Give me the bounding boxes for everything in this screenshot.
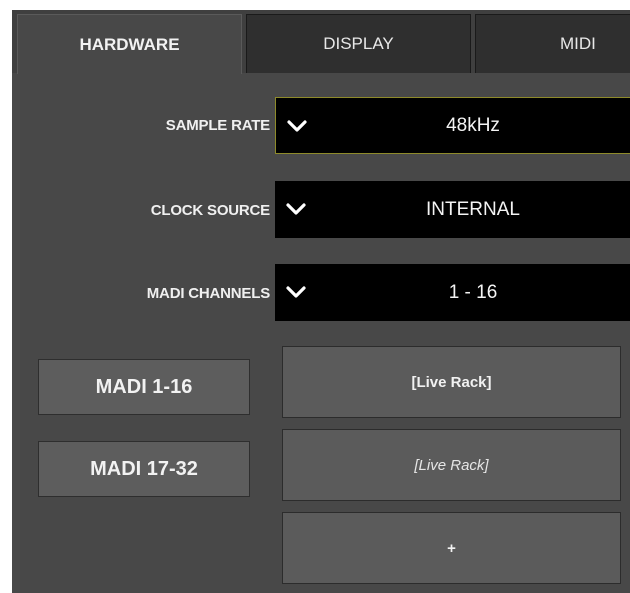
clock-source-select[interactable]: INTERNAL [275,181,630,238]
tab-hardware[interactable]: HARDWARE [17,14,242,74]
sample-rate-label: SAMPLE RATE [165,117,270,134]
add-slot-button[interactable]: + [282,512,621,584]
tab-bar: HARDWARE DISPLAY MIDI [12,10,630,74]
chevron-down-icon [286,203,306,215]
tab-display[interactable]: DISPLAY [246,14,471,73]
clock-source-label: CLOCK SOURCE [150,202,270,219]
tab-midi[interactable]: MIDI [475,14,630,73]
madi-channels-select[interactable]: 1 - 16 [275,264,630,321]
madi-17-32-button[interactable]: MADI 17-32 [38,441,250,497]
clock-source-value: INTERNAL [426,198,520,220]
live-rack-slot-active[interactable]: [Live Rack] [282,346,621,418]
madi-channels-value: 1 - 16 [448,281,498,303]
live-rack-slot-inactive[interactable]: [Live Rack] [282,429,621,501]
chevron-down-icon [287,120,307,132]
chevron-down-icon [286,286,306,298]
madi-1-16-button[interactable]: MADI 1-16 [38,359,250,415]
hardware-settings-panel: HARDWARE DISPLAY MIDI SAMPLE RATE 48kHz … [12,10,630,593]
sample-rate-select[interactable]: 48kHz [275,97,630,154]
madi-channels-label: MADI CHANNELS [146,285,270,302]
sample-rate-value: 48kHz [446,114,500,136]
